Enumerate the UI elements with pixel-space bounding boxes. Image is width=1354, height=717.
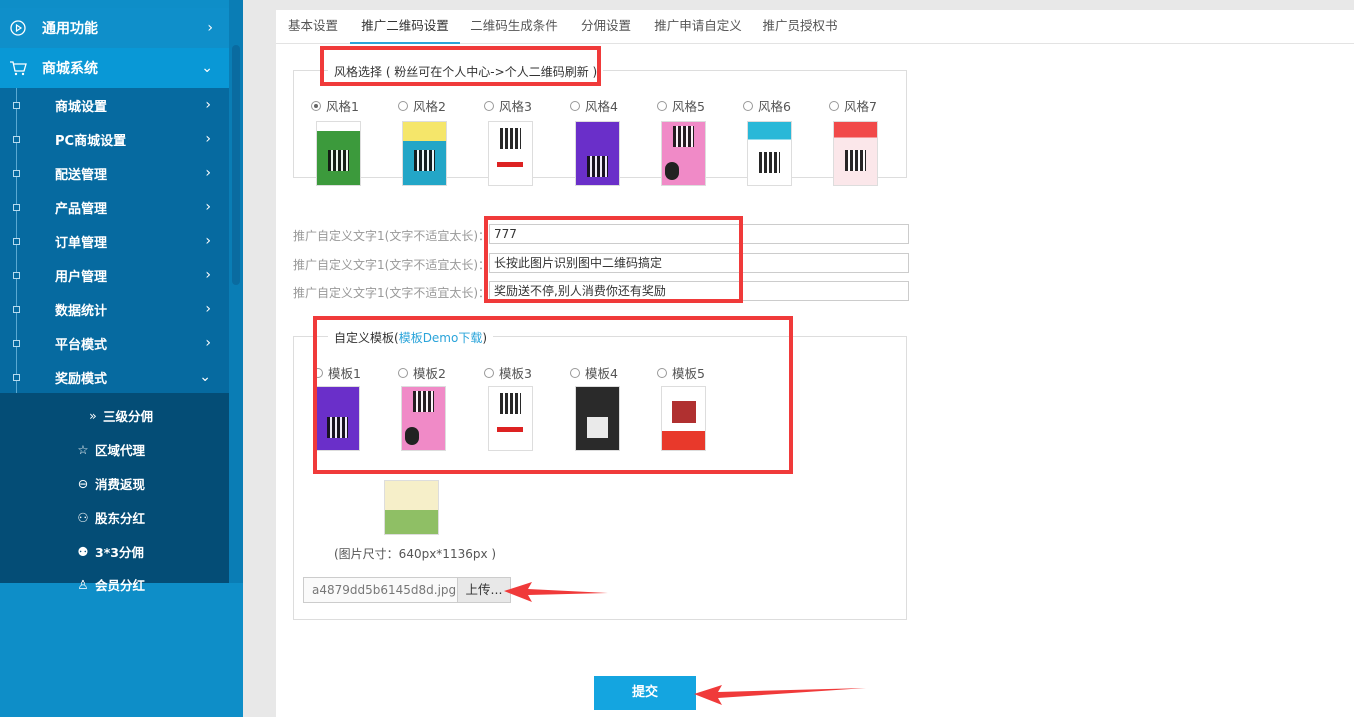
tab-bar: 基本设置 推广二维码设置 二维码生成条件 分佣设置 推广申请自定义 推广员授权书: [276, 10, 1354, 44]
chevron-right-icon: ›: [205, 267, 211, 283]
radio[interactable]: [657, 100, 667, 111]
custom-text-label-1: 推广自定义文字1(文字不适宜太长)：: [293, 229, 490, 243]
sidebar-item-stats[interactable]: 数据统计 ›: [0, 292, 229, 326]
upload-filename-field[interactable]: a4879dd5b6145d8d.jpg: [303, 577, 457, 603]
style-option-1[interactable]: 风格1: [311, 96, 359, 115]
users-icon: ⚇: [77, 509, 89, 525]
arrow-submit-icon: [694, 685, 866, 705]
sidebar-item-region-agent[interactable]: ☆ 区域代理: [0, 432, 229, 466]
chevron-right-icon: ›: [205, 131, 211, 147]
style-thumbnail-1[interactable]: [316, 121, 361, 186]
circle-arrow-icon: ⊖: [77, 475, 89, 491]
sidebar-item-shareholder[interactable]: ⚇ 股东分红: [0, 500, 229, 534]
sidebar-item-users[interactable]: 用户管理 ›: [0, 258, 229, 292]
image-size-note: (图片尺寸：640px*1136px ): [334, 547, 497, 561]
uploaded-template-preview: [384, 480, 439, 535]
sidebar-item-member-bonus[interactable]: ♙ 会员分红: [0, 567, 229, 601]
style-thumbnail-3[interactable]: [488, 121, 533, 186]
reward-submenu: » 三级分佣 ☆ 区域代理 ⊖ 消费返现 ⚇ 股东分红 ⚉ 3*3分佣 ♙ 会员分红: [0, 393, 229, 593]
style-option-6[interactable]: 风格6: [743, 96, 791, 115]
chevron-right-icon: ›: [205, 301, 211, 317]
highlight-box-template: [313, 316, 793, 474]
sidebar-item-three-level[interactable]: » 三级分佣: [0, 398, 229, 432]
sidebar-submenu: 商城设置 › PC商城设置 › 配送管理 › 产品管理 › 订单管理 › 用户管理 › 数据…: [0, 88, 229, 593]
play-circle-icon: [9, 19, 27, 37]
sidebar-item-general[interactable]: 通用功能 ›: [0, 8, 229, 48]
sidebar-item-reward[interactable]: 奖励模式 ⌄: [0, 360, 229, 394]
radio[interactable]: [743, 100, 753, 111]
double-chevron-icon: »: [89, 407, 97, 423]
sidebar-scroll-thumb[interactable]: [232, 45, 240, 285]
user-icon: ♙: [77, 576, 89, 592]
highlight-box-style: [320, 46, 601, 86]
style-thumbnail-6[interactable]: [747, 121, 792, 186]
submit-button[interactable]: 提交: [594, 676, 696, 710]
tab-qr-conditions[interactable]: 二维码生成条件: [460, 10, 568, 44]
org-chart-icon: ⚉: [77, 543, 89, 559]
style-thumbnail-5[interactable]: [661, 121, 706, 186]
chevron-right-icon: ›: [205, 233, 211, 249]
radio-checked[interactable]: [311, 100, 321, 111]
radio[interactable]: [398, 100, 408, 111]
chevron-right-icon: ›: [207, 20, 213, 36]
chevron-down-icon: ⌄: [201, 60, 213, 76]
chevron-right-icon: ›: [205, 199, 211, 215]
style-option-4[interactable]: 风格4: [570, 96, 618, 115]
sidebar-item-products[interactable]: 产品管理 ›: [0, 190, 229, 224]
style-thumbnail-4[interactable]: [575, 121, 620, 186]
style-option-3[interactable]: 风格3: [484, 96, 532, 115]
sidebar-item-platform[interactable]: 平台模式 ›: [0, 326, 229, 360]
style-option-7[interactable]: 风格7: [829, 96, 877, 115]
sidebar-item-3x3[interactable]: ⚉ 3*3分佣: [0, 534, 229, 568]
arrow-upload-icon: [504, 582, 608, 602]
sidebar: 通用功能 › 商城系统 ⌄ 商城设置 › PC商城设置 › 配送管理 › 产品管理 › …: [0, 0, 243, 717]
custom-text-label-3: 推广自定义文字1(文字不适宜太长)：: [293, 286, 490, 300]
radio[interactable]: [570, 100, 580, 111]
chevron-down-icon: ⌄: [199, 369, 211, 385]
tab-commission[interactable]: 分佣设置: [568, 10, 644, 44]
sidebar-item-mall[interactable]: 商城系统 ⌄: [0, 48, 229, 88]
sidebar-item-label: 通用功能: [42, 21, 98, 37]
style-option-5[interactable]: 风格5: [657, 96, 705, 115]
sidebar-item-orders[interactable]: 订单管理 ›: [0, 224, 229, 258]
star-icon: ☆: [77, 441, 89, 457]
style-thumbnail-7[interactable]: [833, 121, 878, 186]
radio[interactable]: [484, 100, 494, 111]
tab-basic[interactable]: 基本设置: [276, 10, 350, 44]
sidebar-item-pc-mall[interactable]: PC商城设置 ›: [0, 122, 229, 156]
highlight-box-text: [484, 216, 743, 303]
cart-icon: [9, 59, 27, 77]
chevron-right-icon: ›: [205, 165, 211, 181]
tab-apply-custom[interactable]: 推广申请自定义: [644, 10, 752, 44]
radio[interactable]: [829, 100, 839, 111]
chevron-right-icon: ›: [205, 97, 211, 113]
tab-qrcode[interactable]: 推广二维码设置: [350, 10, 460, 44]
sidebar-item-delivery[interactable]: 配送管理 ›: [0, 156, 229, 190]
tab-authorization[interactable]: 推广员授权书: [752, 10, 848, 44]
style-thumbnail-2[interactable]: [402, 121, 447, 186]
sidebar-item-mall-settings[interactable]: 商城设置 ›: [0, 88, 229, 122]
style-option-2[interactable]: 风格2: [398, 96, 446, 115]
sidebar-item-label: 商城系统: [42, 61, 98, 77]
sidebar-item-cashback[interactable]: ⊖ 消费返现: [0, 466, 229, 500]
custom-text-label-2: 推广自定义文字1(文字不适宜太长)：: [293, 258, 490, 272]
chevron-right-icon: ›: [205, 335, 211, 351]
